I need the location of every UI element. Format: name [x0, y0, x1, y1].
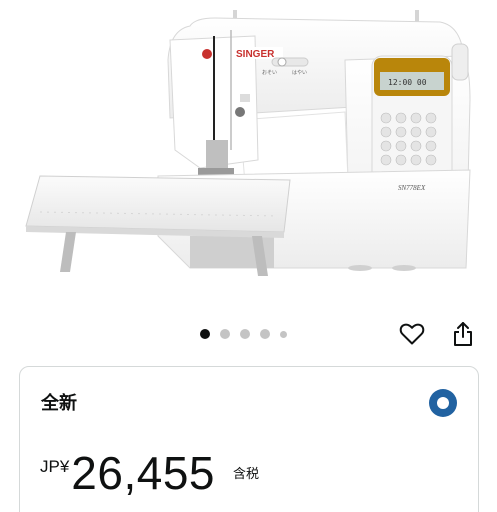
currency-symbol: JP¥ — [40, 457, 70, 476]
offer-card[interactable]: 全新 JP¥ 26,455 含税 — [19, 366, 479, 512]
image-carousel-dots[interactable] — [200, 327, 287, 341]
carousel-dot-3[interactable] — [240, 329, 250, 339]
carousel-dot-5[interactable] — [280, 330, 287, 338]
carousel-dot-1[interactable] — [200, 329, 210, 339]
model-label: SN778EX — [398, 184, 426, 192]
offer-radio-button[interactable] — [429, 389, 457, 417]
heart-icon — [399, 323, 425, 345]
brand-logo: SINGER — [236, 49, 275, 60]
share-icon — [454, 322, 472, 346]
dial-label-slow: おそい — [262, 69, 277, 76]
carousel-dot-2[interactable] — [220, 329, 230, 339]
dial-label-fast: はやい — [292, 69, 307, 76]
tax-included-label: 含税 — [233, 467, 260, 482]
wishlist-button[interactable] — [397, 319, 427, 349]
sewing-machine-illustration: SINGER SN778EX おそい はやい 12:00 00 — [25, 10, 471, 276]
carousel-dot-4[interactable] — [260, 329, 270, 339]
condition-label: 全新 — [41, 393, 77, 414]
lcd-display: 12:00 00 — [388, 78, 427, 87]
price: JP¥ 26,455 含税 — [40, 447, 259, 499]
price-amount: 26,455 — [71, 447, 215, 499]
share-button[interactable] — [448, 319, 478, 349]
product-image[interactable]: SINGER SN778EX おそい はやい 12:00 00 — [0, 0, 497, 300]
